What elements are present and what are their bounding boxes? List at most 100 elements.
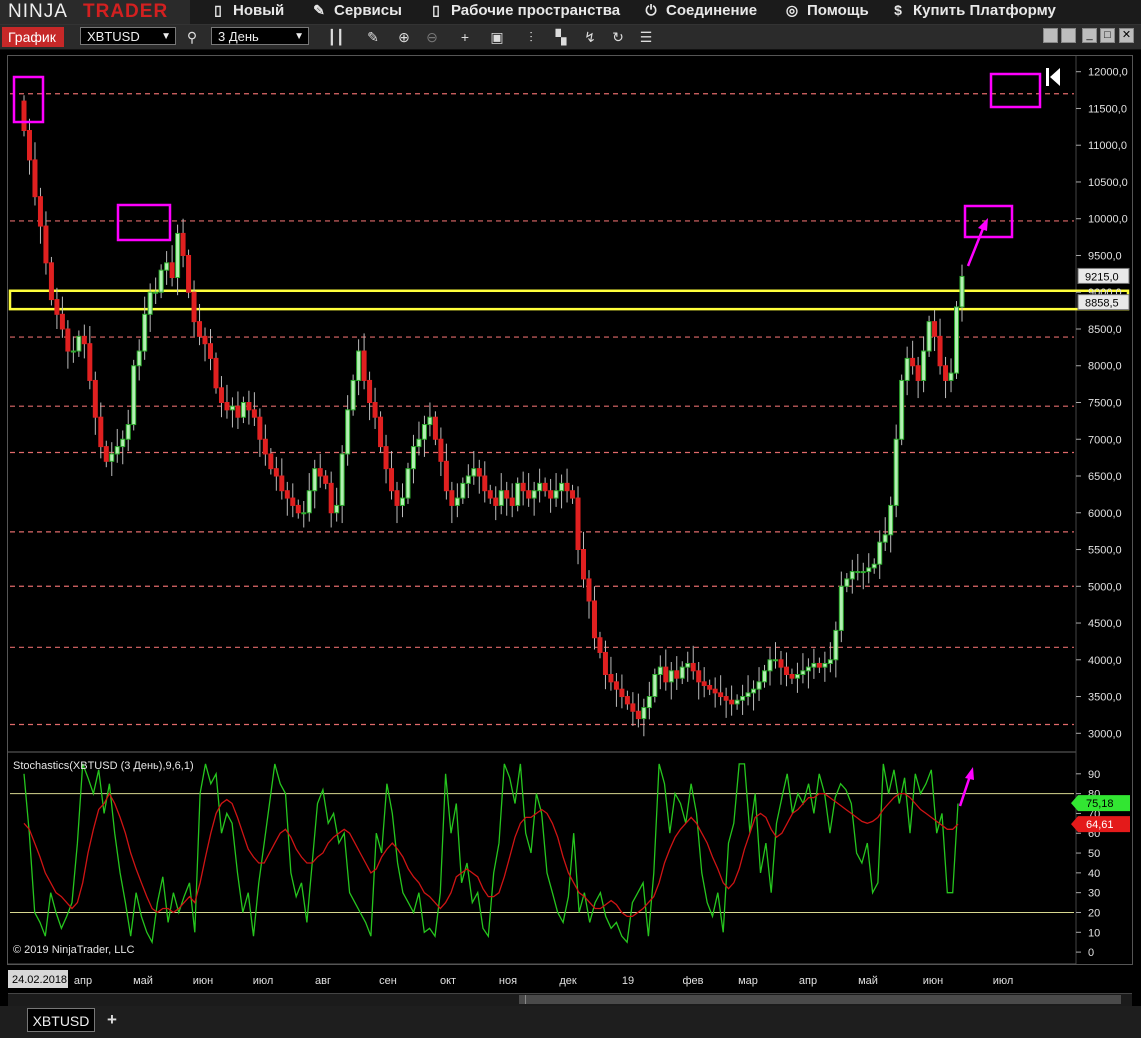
- price-tick-label: 5500,0: [1088, 545, 1122, 557]
- highlight-box-may: [116, 203, 172, 242]
- price-marker-label: 8858,5: [1085, 298, 1119, 310]
- candle-body: [559, 482, 565, 492]
- candle-body: [383, 446, 389, 470]
- candle-body: [954, 306, 960, 374]
- candle-body: [805, 666, 811, 672]
- candle-body: [855, 571, 861, 574]
- scroll-end-arrow-icon[interactable]: [1050, 68, 1060, 86]
- candle-body: [460, 482, 466, 499]
- candle-body: [904, 357, 910, 381]
- price-tick-label: 4000,0: [1088, 655, 1122, 667]
- add-tab-button[interactable]: +: [100, 1010, 124, 1030]
- candle-body: [76, 335, 82, 352]
- candle-body: [114, 446, 120, 455]
- candle-body: [471, 468, 477, 477]
- candle-body: [844, 578, 850, 587]
- candle-body: [597, 637, 603, 653]
- candle-body: [570, 490, 576, 499]
- candle-body: [646, 696, 652, 709]
- candle-body: [224, 402, 230, 411]
- candle-body: [893, 438, 899, 506]
- price-marker-label: 9215,0: [1085, 271, 1119, 283]
- candle-body: [372, 402, 378, 418]
- candle-body: [109, 453, 115, 462]
- candle-body: [696, 670, 702, 683]
- candle-body: [158, 269, 164, 293]
- candle-body: [410, 446, 416, 470]
- stoch-k-line: [23, 763, 959, 945]
- horizontal-scrollbar[interactable]: [8, 993, 1132, 1006]
- x-axis-label: июн: [193, 975, 213, 987]
- chart-canvas[interactable]: 12000,0 11500,0 11000,0 10500,0 10000,0 9500,…: [0, 0, 1141, 1038]
- candle-body: [169, 262, 175, 279]
- price-tick-label: 4500,0: [1088, 618, 1122, 630]
- candle-body: [98, 416, 104, 448]
- candle-body: [279, 475, 285, 492]
- candle-body: [208, 343, 214, 359]
- candle-body: [679, 666, 685, 679]
- candle-body: [120, 438, 126, 448]
- price-tick-label: 10500,0: [1088, 177, 1128, 189]
- candle-body: [740, 696, 746, 701]
- candle-body: [197, 321, 203, 337]
- x-axis-label: май: [133, 975, 153, 987]
- candle-body: [153, 291, 159, 294]
- candle-body: [65, 328, 71, 352]
- x-axis-label: окт: [440, 975, 456, 987]
- stoch-tick-label: 50: [1088, 848, 1100, 860]
- scroll-end-icon[interactable]: [1046, 68, 1049, 86]
- candle-body: [465, 475, 471, 484]
- candle-body: [509, 497, 515, 506]
- price-tick-label: 12000,0: [1088, 67, 1128, 79]
- candle-body: [553, 490, 559, 499]
- candle-body: [301, 512, 307, 515]
- scrollbar-grip[interactable]: [525, 995, 526, 1004]
- candle-body: [712, 688, 718, 694]
- x-axis-label: фев: [682, 975, 703, 987]
- candle-body: [794, 673, 800, 679]
- candle-body: [103, 446, 109, 462]
- price-tick-label: 6500,0: [1088, 471, 1122, 483]
- tab-xbtusd[interactable]: XBTUSD: [27, 1008, 95, 1032]
- candle-body: [888, 504, 894, 536]
- price-tick-label: 7000,0: [1088, 434, 1122, 446]
- candle-body: [756, 681, 762, 690]
- x-axis-label: ноя: [499, 975, 517, 987]
- candle-body: [449, 490, 455, 506]
- candle-body: [405, 468, 411, 499]
- arrow-stoch: [958, 775, 972, 807]
- candle-body: [92, 379, 98, 418]
- candle-body: [548, 490, 554, 499]
- scrollbar-thumb[interactable]: [519, 995, 1121, 1004]
- candle-body: [619, 688, 625, 698]
- candle-body: [657, 666, 663, 675]
- candle-body: [586, 578, 592, 602]
- price-tick-label: 7500,0: [1088, 398, 1122, 410]
- candle-body: [745, 692, 751, 698]
- candle-body: [542, 482, 548, 492]
- candle-body: [718, 692, 724, 698]
- candle-body: [389, 468, 395, 492]
- candle-body: [690, 662, 696, 672]
- candle-body: [290, 497, 296, 506]
- x-axis-label: июл: [253, 975, 274, 987]
- candle-body: [778, 659, 784, 668]
- stochastics-title: Stochastics(XBTUSD (3 День),9,6,1): [13, 760, 194, 772]
- candle-body: [334, 504, 340, 514]
- candle-body: [59, 313, 65, 330]
- candle-body: [284, 490, 290, 499]
- candle-body: [70, 350, 76, 353]
- x-axis-label: апр: [74, 975, 92, 987]
- candle-body: [432, 416, 438, 440]
- candle-body: [932, 321, 938, 337]
- candle-body: [493, 497, 499, 506]
- x-axis-label: авг: [315, 975, 331, 987]
- candle-body: [476, 468, 482, 477]
- candle-body: [652, 673, 658, 698]
- candle-body: [487, 490, 493, 499]
- candle-body: [866, 567, 872, 573]
- candle-body: [54, 299, 60, 315]
- copyright-text: © 2019 NinjaTrader, LLC: [13, 944, 134, 956]
- stoch-tick-label: 90: [1088, 769, 1100, 781]
- price-tick-label: 3000,0: [1088, 728, 1122, 740]
